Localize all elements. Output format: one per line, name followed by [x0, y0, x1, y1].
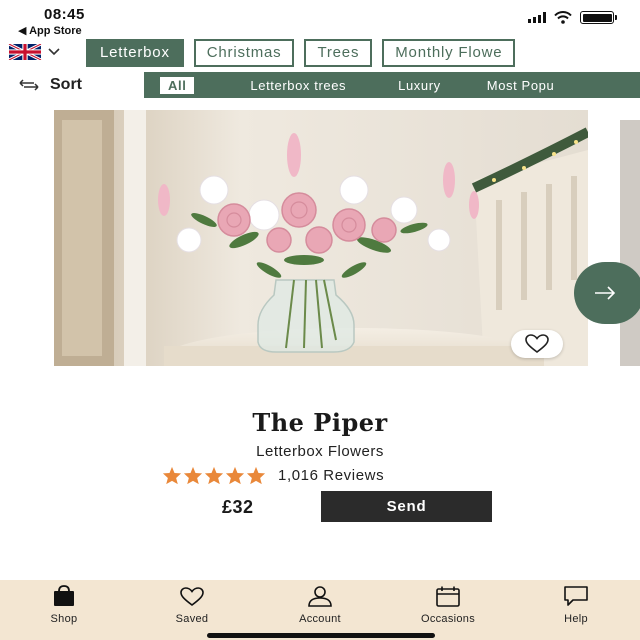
- star-icon: [162, 466, 182, 485]
- product-category: Letterbox Flowers: [256, 443, 384, 460]
- arrow-right-icon: [595, 286, 616, 300]
- uk-flag-icon: [8, 44, 42, 60]
- nav-help-label: Help: [564, 613, 588, 625]
- person-icon: [308, 586, 332, 607]
- chat-bubble-icon: [564, 586, 588, 606]
- subtab-all[interactable]: All: [160, 76, 195, 94]
- nav-shop[interactable]: Shop: [0, 580, 128, 640]
- calendar-icon: [436, 586, 460, 607]
- product-price: £32: [222, 497, 254, 517]
- next-product-preview[interactable]: [620, 120, 640, 366]
- home-indicator: [207, 633, 435, 638]
- product-image[interactable]: [54, 110, 588, 366]
- subtab-letterbox-trees[interactable]: Letterbox trees: [250, 78, 346, 93]
- subtab-luxury[interactable]: Luxury: [398, 78, 441, 93]
- nav-saved-label: Saved: [175, 613, 209, 625]
- star-icon: [204, 466, 224, 485]
- status-bar: 08:45 ◀ App Store: [0, 0, 640, 40]
- review-count-link[interactable]: 1,016 Reviews: [278, 467, 384, 484]
- nav-account-label: Account: [299, 613, 341, 625]
- nav-account[interactable]: Account: [256, 580, 384, 640]
- star-icon: [183, 466, 203, 485]
- region-selector[interactable]: [8, 44, 60, 60]
- cellular-signal-icon: [528, 12, 546, 23]
- sort-arrows-icon: [19, 79, 39, 91]
- heart-icon: [180, 587, 204, 607]
- product-name: The Piper: [252, 408, 388, 437]
- nav-saved[interactable]: Saved: [128, 580, 256, 640]
- star-rating: [162, 466, 266, 485]
- category-tabs: Letterbox Christmas Trees Monthly Flowe: [86, 39, 516, 67]
- status-icons: [528, 11, 617, 24]
- save-favourite-button[interactable]: [511, 330, 563, 358]
- tab-christmas[interactable]: Christmas: [193, 39, 295, 67]
- subtab-most-popular[interactable]: Most Popu: [487, 78, 555, 93]
- tab-monthly-flowers[interactable]: Monthly Flowe: [382, 39, 516, 67]
- sort-label: Sort: [50, 76, 82, 93]
- nav-help[interactable]: Help: [512, 580, 640, 640]
- bottom-navigation: Shop Saved Account Occasions Help: [0, 580, 640, 640]
- heart-icon: [525, 334, 549, 354]
- chevron-down-icon: [48, 48, 60, 56]
- back-to-app-store-link[interactable]: ◀ App Store: [18, 24, 82, 37]
- nav-occasions[interactable]: Occasions: [384, 580, 512, 640]
- sort-button[interactable]: Sort: [18, 76, 82, 94]
- star-icon: [246, 466, 266, 485]
- subcategory-bar: All Letterbox trees Luxury Most Popu: [144, 72, 640, 98]
- send-button[interactable]: Send: [321, 491, 492, 522]
- flower-bouquet-photo: [54, 110, 588, 366]
- battery-icon: [580, 11, 617, 24]
- next-product-button[interactable]: [574, 262, 640, 324]
- nav-occasions-label: Occasions: [420, 613, 476, 625]
- star-icon: [225, 466, 245, 485]
- shopping-bag-icon: [54, 585, 74, 606]
- wifi-icon: [554, 11, 572, 24]
- status-time: 08:45: [44, 6, 85, 23]
- product-rating[interactable]: 1,016 Reviews: [162, 466, 384, 485]
- nav-shop-label: Shop: [50, 613, 78, 625]
- tab-letterbox[interactable]: Letterbox: [86, 39, 184, 67]
- tab-trees[interactable]: Trees: [304, 39, 373, 67]
